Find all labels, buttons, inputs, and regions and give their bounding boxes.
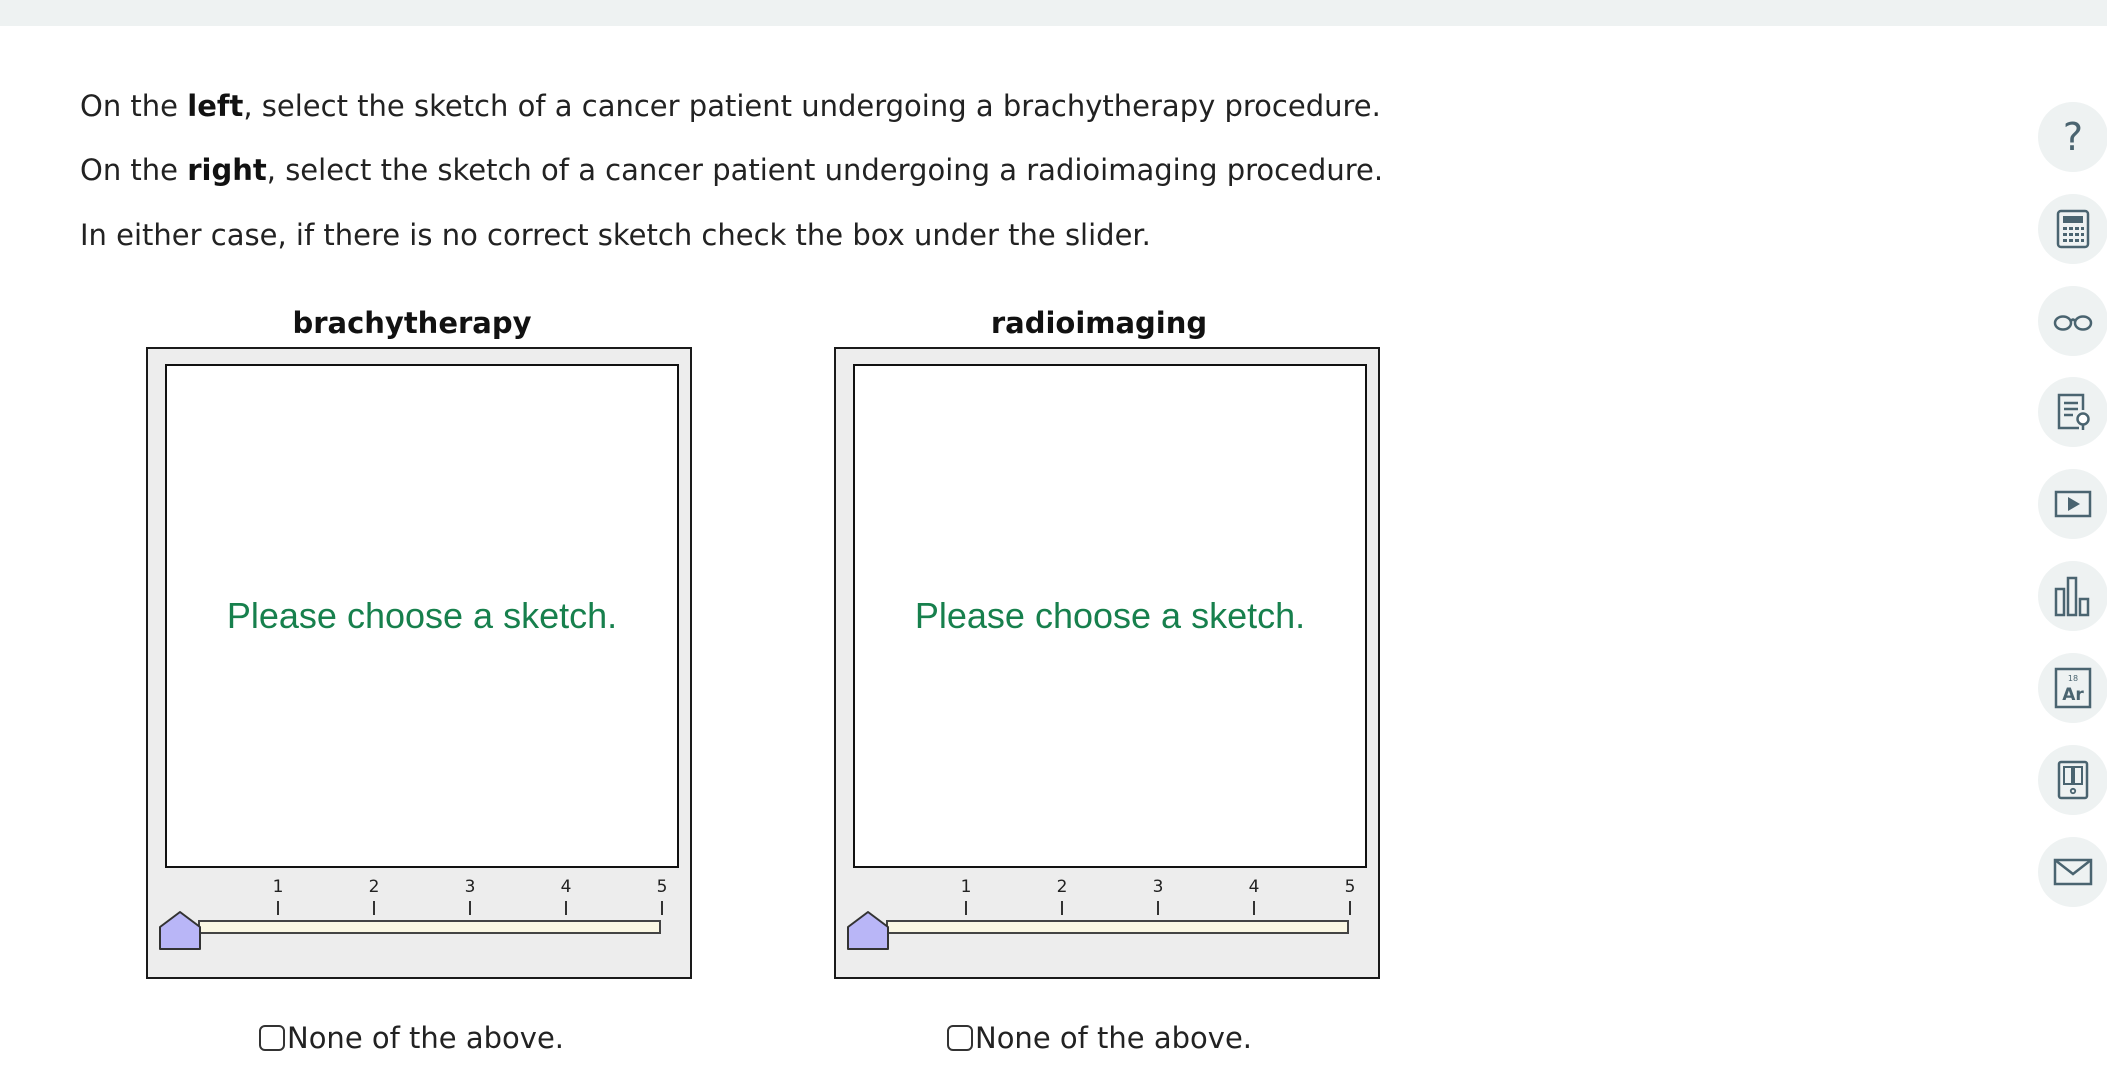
sketch-slider[interactable]: 1 2 3 4 5 — [148, 877, 694, 957]
instruction-text: On the — [80, 89, 188, 123]
tick-mark — [277, 901, 279, 915]
help-button[interactable]: ? — [2038, 102, 2107, 172]
ebook-button[interactable] — [2038, 745, 2107, 815]
hints-button[interactable] — [2038, 377, 2107, 447]
instruction-text: , select the sketch of a cancer patient … — [243, 89, 1381, 123]
element-number: 18 — [2068, 674, 2078, 683]
periodic-table-icon: 18 Ar — [2054, 667, 2092, 709]
sketch-prompt: Please choose a sketch. — [914, 595, 1306, 636]
instruction-line-3: In either case, if there is no correct s… — [80, 218, 1151, 252]
video-icon — [2054, 490, 2092, 518]
tick-label: 4 — [560, 877, 572, 897]
tick-label: 3 — [1152, 877, 1164, 897]
calculator-button[interactable] — [2038, 194, 2107, 264]
sketch-slider[interactable]: 1 2 3 4 5 — [836, 877, 1382, 957]
tick-label: 1 — [272, 877, 284, 897]
sketch-display: Please choose a sketch. — [853, 364, 1367, 868]
none-of-the-above-label[interactable]: None of the above. — [287, 1021, 564, 1055]
none-of-the-above-option[interactable]: None of the above. — [947, 1021, 1252, 1055]
help-icon: ? — [2062, 115, 2084, 159]
slider-track[interactable] — [198, 920, 661, 934]
instruction-text: On the — [80, 153, 188, 187]
data-button[interactable] — [2038, 561, 2107, 631]
chart-icon — [2054, 576, 2090, 617]
tick-label: 1 — [960, 877, 972, 897]
sketch-panel-brachytherapy: Please choose a sketch. 1 2 3 4 5 — [146, 347, 692, 979]
mail-icon — [2053, 858, 2093, 886]
video-button[interactable] — [2038, 469, 2107, 539]
none-of-the-above-option[interactable]: None of the above. — [259, 1021, 564, 1055]
tick-mark — [1349, 901, 1351, 915]
element-symbol: Ar — [2062, 685, 2084, 705]
sketch-prompt: Please choose a sketch. — [226, 595, 618, 636]
tick-mark — [373, 901, 375, 915]
reading-mode-button[interactable] — [2038, 286, 2107, 356]
sketch-display: Please choose a sketch. — [165, 364, 679, 868]
tick-label: 5 — [1344, 877, 1356, 897]
ebook-icon — [2057, 760, 2089, 800]
tick-mark — [965, 901, 967, 915]
tick-mark — [565, 901, 567, 915]
slider-thumb[interactable] — [846, 909, 890, 951]
instruction-line-1: On the left, select the sketch of a canc… — [80, 88, 1381, 124]
panel-title-radioimaging: radioimaging — [990, 306, 1208, 340]
tick-label: 4 — [1248, 877, 1260, 897]
message-button[interactable] — [2038, 837, 2107, 907]
none-of-the-above-checkbox[interactable] — [259, 1025, 285, 1051]
periodic-table-button[interactable]: 18 Ar — [2038, 653, 2107, 723]
tick-label: 2 — [368, 877, 380, 897]
panel-title-brachytherapy: brachytherapy — [292, 306, 532, 340]
calculator-icon — [2056, 209, 2090, 249]
none-of-the-above-checkbox[interactable] — [947, 1025, 973, 1051]
tick-mark — [1061, 901, 1063, 915]
tick-label: 2 — [1056, 877, 1068, 897]
tick-label: 3 — [464, 877, 476, 897]
tick-mark — [469, 901, 471, 915]
tick-label: 5 — [656, 877, 668, 897]
none-of-the-above-label[interactable]: None of the above. — [975, 1021, 1252, 1055]
glasses-icon — [2053, 315, 2093, 331]
instruction-emphasis: left — [187, 89, 244, 123]
notes-icon — [2057, 393, 2090, 430]
instruction-emphasis: right — [187, 153, 267, 187]
tick-mark — [661, 901, 663, 915]
slider-track[interactable] — [886, 920, 1349, 934]
tick-mark — [1157, 901, 1159, 915]
tick-mark — [1253, 901, 1255, 915]
instruction-line-2: On the right, select the sketch of a can… — [80, 152, 1383, 188]
sketch-panel-radioimaging: Please choose a sketch. 1 2 3 4 5 — [834, 347, 1380, 979]
slider-thumb[interactable] — [158, 909, 202, 951]
instruction-text: , select the sketch of a cancer patient … — [266, 153, 1384, 187]
top-bar — [0, 0, 2107, 26]
